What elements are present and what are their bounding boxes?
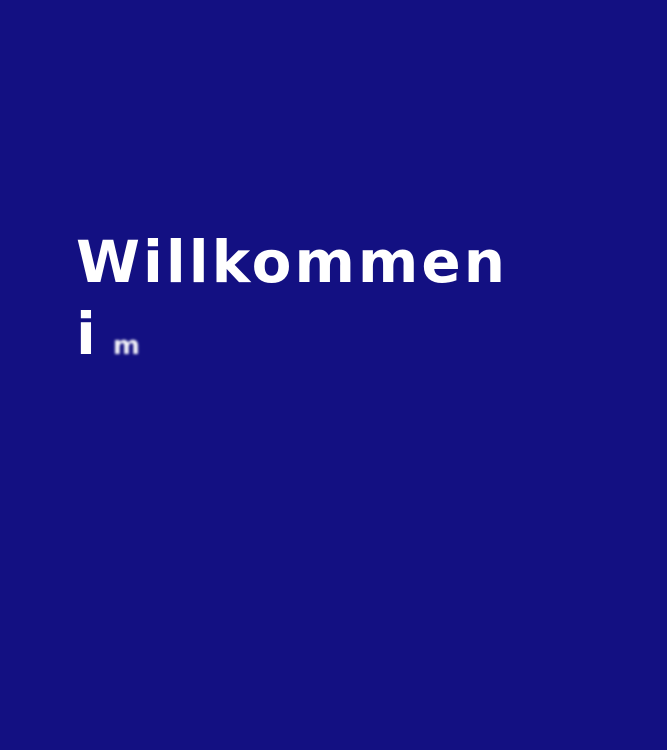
headline-line-2-text: i bbox=[76, 300, 99, 368]
welcome-headline: Willkommen i m bbox=[76, 226, 508, 382]
hero-section: Willkommen i m bbox=[0, 0, 667, 750]
headline-line-1: Willkommen bbox=[76, 228, 508, 296]
headline-line-2: i m bbox=[76, 298, 508, 382]
typing-fragment: m bbox=[112, 331, 140, 361]
